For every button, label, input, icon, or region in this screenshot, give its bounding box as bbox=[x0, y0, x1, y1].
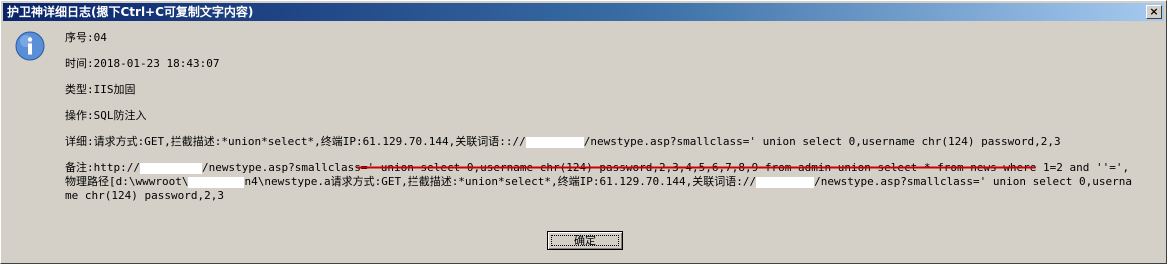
remark-text-3: n4\newstype.a请求方式:GET,拦截描述:*union*select… bbox=[244, 175, 757, 188]
title-bar[interactable]: 护卫神详细日志(摁下Ctrl+C可复制文字内容) × bbox=[3, 3, 1164, 21]
seq-field: 序号:04 bbox=[65, 31, 107, 44]
time-field: 时间:2018-01-23 18:43:07 bbox=[65, 57, 220, 70]
action-field: 操作:SQL防注入 bbox=[65, 109, 147, 122]
log-detail-dialog: 护卫神详细日志(摁下Ctrl+C可复制文字内容) × 序号:04 时间:2018… bbox=[0, 0, 1167, 264]
sql-injection-highlight-underline bbox=[357, 166, 1035, 169]
close-button[interactable]: × bbox=[1146, 5, 1162, 19]
focus-rect bbox=[551, 235, 619, 246]
redacted-block bbox=[756, 176, 815, 188]
info-icon bbox=[15, 31, 45, 61]
ok-button[interactable]: 确定 bbox=[547, 231, 623, 250]
remark-text-1: 备注:http:// bbox=[65, 161, 140, 174]
redacted-block bbox=[188, 176, 245, 188]
detail-text-b: /newstype.asp?smallclass=' union select … bbox=[583, 135, 1061, 148]
redacted-block bbox=[139, 162, 202, 174]
detail-field: 详细:请求方式:GET,拦截描述:*union*select*,终端IP:61.… bbox=[65, 135, 1156, 149]
log-content: 序号:04 时间:2018-01-23 18:43:07 类型:IIS加固 操作… bbox=[65, 31, 1156, 203]
redacted-block bbox=[525, 136, 584, 148]
detail-text-a: 详细:请求方式:GET,拦截描述:*union*select*,终端IP:61.… bbox=[65, 135, 526, 148]
window-title: 护卫神详细日志(摁下Ctrl+C可复制文字内容) bbox=[7, 5, 254, 19]
close-icon: × bbox=[1149, 5, 1159, 18]
type-field: 类型:IIS加固 bbox=[65, 83, 136, 96]
